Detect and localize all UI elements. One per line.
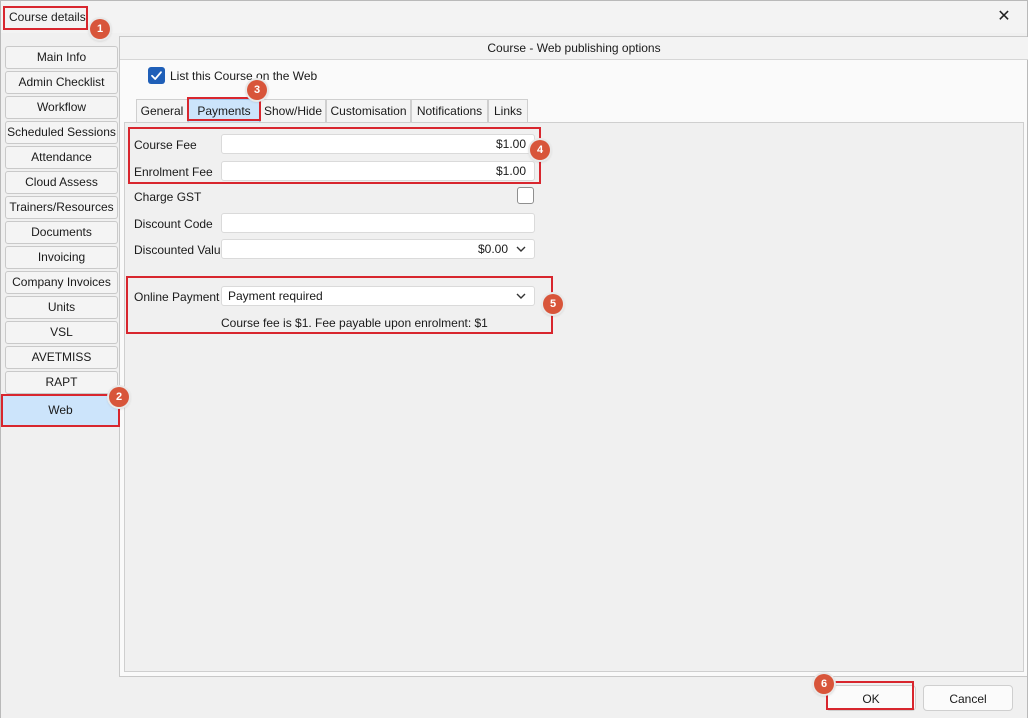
panel-header: Course - Web publishing options xyxy=(120,37,1028,60)
charge-gst-label: Charge GST xyxy=(134,190,202,204)
sidebar-item-attendance[interactable]: Attendance xyxy=(5,146,118,169)
sidebar-item-documents[interactable]: Documents xyxy=(5,221,118,244)
tab-notifications[interactable]: Notifications xyxy=(411,99,488,122)
sidebar-item-company-invoices[interactable]: Company Invoices xyxy=(5,271,118,294)
list-on-web-label: List this Course on the Web xyxy=(170,69,318,83)
ok-button[interactable]: OK xyxy=(826,685,916,711)
sidebar-item-admin-checklist[interactable]: Admin Checklist xyxy=(5,71,118,94)
chevron-down-icon xyxy=(516,246,526,252)
course-details-window: Course details ✕ Main Info Admin Checkli… xyxy=(0,0,1028,718)
online-payment-label: Online Payment xyxy=(134,290,220,304)
course-fee-label: Course Fee xyxy=(134,138,197,152)
payments-tab-panel: Course Fee Enrolment Fee Charge GST Disc… xyxy=(124,122,1024,672)
sidebar-item-web[interactable]: Web xyxy=(1,395,120,426)
annotation-badge-3: 3 xyxy=(247,80,267,100)
close-icon[interactable]: ✕ xyxy=(991,6,1017,28)
sidebar-item-rapt[interactable]: RAPT xyxy=(5,371,118,394)
list-on-web-checkbox[interactable] xyxy=(148,67,165,84)
discounted-value-select[interactable]: $0.00 xyxy=(221,239,535,259)
discount-code-label: Discount Code xyxy=(134,217,213,231)
tab-links[interactable]: Links xyxy=(488,99,528,122)
main-panel: Course - Web publishing options List thi… xyxy=(119,36,1028,677)
sidebar-item-workflow[interactable]: Workflow xyxy=(5,96,118,119)
sidebar-item-avetmiss[interactable]: AVETMISS xyxy=(5,346,118,369)
tab-general[interactable]: General xyxy=(136,99,188,122)
cancel-button[interactable]: Cancel xyxy=(923,685,1013,711)
chevron-down-icon xyxy=(516,293,526,299)
sidebar-item-trainers-resources[interactable]: Trainers/Resources xyxy=(5,196,118,219)
annotation-badge-4: 4 xyxy=(530,140,550,160)
course-fee-input[interactable] xyxy=(221,134,535,154)
sidebar-item-main-info[interactable]: Main Info xyxy=(5,46,118,69)
checkmark-icon xyxy=(151,71,162,80)
discounted-value-text: $0.00 xyxy=(477,242,508,256)
annotation-badge-6: 6 xyxy=(814,674,834,694)
charge-gst-checkbox[interactable] xyxy=(517,187,534,204)
annotation-badge-2: 2 xyxy=(109,387,129,407)
discount-code-input[interactable] xyxy=(221,213,535,233)
discounted-value-label: Discounted Value xyxy=(134,243,228,257)
sidebar-item-scheduled-sessions[interactable]: Scheduled Sessions xyxy=(5,121,118,144)
online-payment-select[interactable]: Payment required xyxy=(221,286,535,306)
enrolment-fee-input[interactable] xyxy=(221,161,535,181)
sidebar-item-vsl[interactable]: VSL xyxy=(5,321,118,344)
tab-payments[interactable]: Payments xyxy=(188,99,260,122)
online-payment-note: Course fee is $1. Fee payable upon enrol… xyxy=(221,316,488,330)
window-title: Course details xyxy=(9,10,86,24)
annotation-badge-1: 1 xyxy=(90,19,110,39)
tab-customisation[interactable]: Customisation xyxy=(326,99,411,122)
title-bar: Course details ✕ xyxy=(1,1,1027,33)
sidebar-item-units[interactable]: Units xyxy=(5,296,118,319)
online-payment-text: Payment required xyxy=(228,289,323,303)
annotation-badge-5: 5 xyxy=(543,294,563,314)
sidebar-item-cloud-assess[interactable]: Cloud Assess xyxy=(5,171,118,194)
tab-show-hide[interactable]: Show/Hide xyxy=(260,99,326,122)
enrolment-fee-label: Enrolment Fee xyxy=(134,165,213,179)
sidebar-item-invoicing[interactable]: Invoicing xyxy=(5,246,118,269)
